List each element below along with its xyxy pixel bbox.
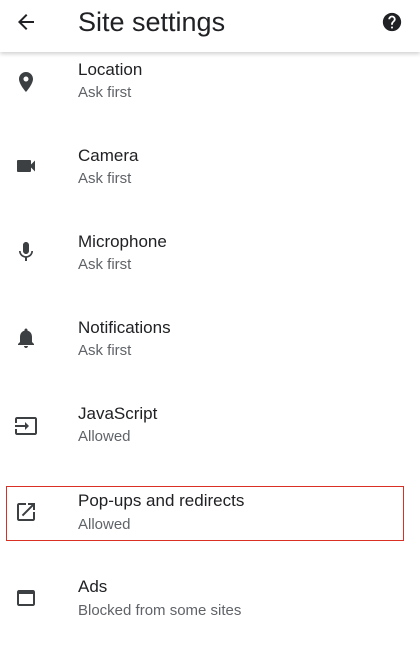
- setting-item-camera[interactable]: Camera Ask first: [0, 138, 420, 224]
- setting-item-javascript[interactable]: JavaScript Allowed: [0, 396, 420, 482]
- browser-window-icon: [12, 584, 40, 612]
- setting-subtitle: Allowed: [78, 428, 131, 445]
- arrow-back-icon: [14, 10, 38, 34]
- setting-subtitle: Ask first: [78, 342, 132, 359]
- setting-title: Ads: [78, 577, 108, 596]
- setting-title: Notifications: [78, 318, 171, 337]
- setting-subtitle: Ask first: [78, 84, 132, 101]
- setting-subtitle: Blocked from some sites: [78, 602, 242, 619]
- location-pin-icon: [12, 68, 40, 96]
- input-arrow-icon: [12, 412, 40, 440]
- setting-subtitle: Ask first: [78, 170, 132, 187]
- setting-item-ads[interactable]: Ads Blocked from some sites: [0, 568, 420, 654]
- open-in-new-icon: [12, 498, 40, 526]
- setting-item-notifications[interactable]: Notifications Ask first: [0, 310, 420, 396]
- video-camera-icon: [12, 152, 40, 180]
- bell-icon: [12, 324, 40, 352]
- setting-title: Location: [78, 60, 143, 79]
- setting-item-location[interactable]: Location Ask first: [0, 52, 420, 138]
- page-title: Site settings: [78, 7, 226, 37]
- setting-subtitle: Ask first: [78, 256, 132, 273]
- help-button[interactable]: [378, 8, 406, 36]
- back-button[interactable]: [10, 6, 42, 38]
- setting-subtitle: Allowed: [78, 516, 131, 533]
- setting-title: Pop-ups and redirects: [78, 491, 245, 510]
- app-bar: Site settings: [0, 0, 420, 52]
- settings-list: Location Ask first Camera Ask first Micr…: [0, 0, 420, 635]
- setting-title: Microphone: [78, 232, 167, 251]
- setting-title: Camera: [78, 146, 139, 165]
- microphone-icon: [12, 238, 40, 266]
- setting-title: JavaScript: [78, 404, 158, 423]
- help-circle-icon: [381, 11, 403, 33]
- setting-item-microphone[interactable]: Microphone Ask first: [0, 224, 420, 310]
- setting-item-popups-redirects[interactable]: Pop-ups and redirects Allowed: [0, 482, 420, 568]
